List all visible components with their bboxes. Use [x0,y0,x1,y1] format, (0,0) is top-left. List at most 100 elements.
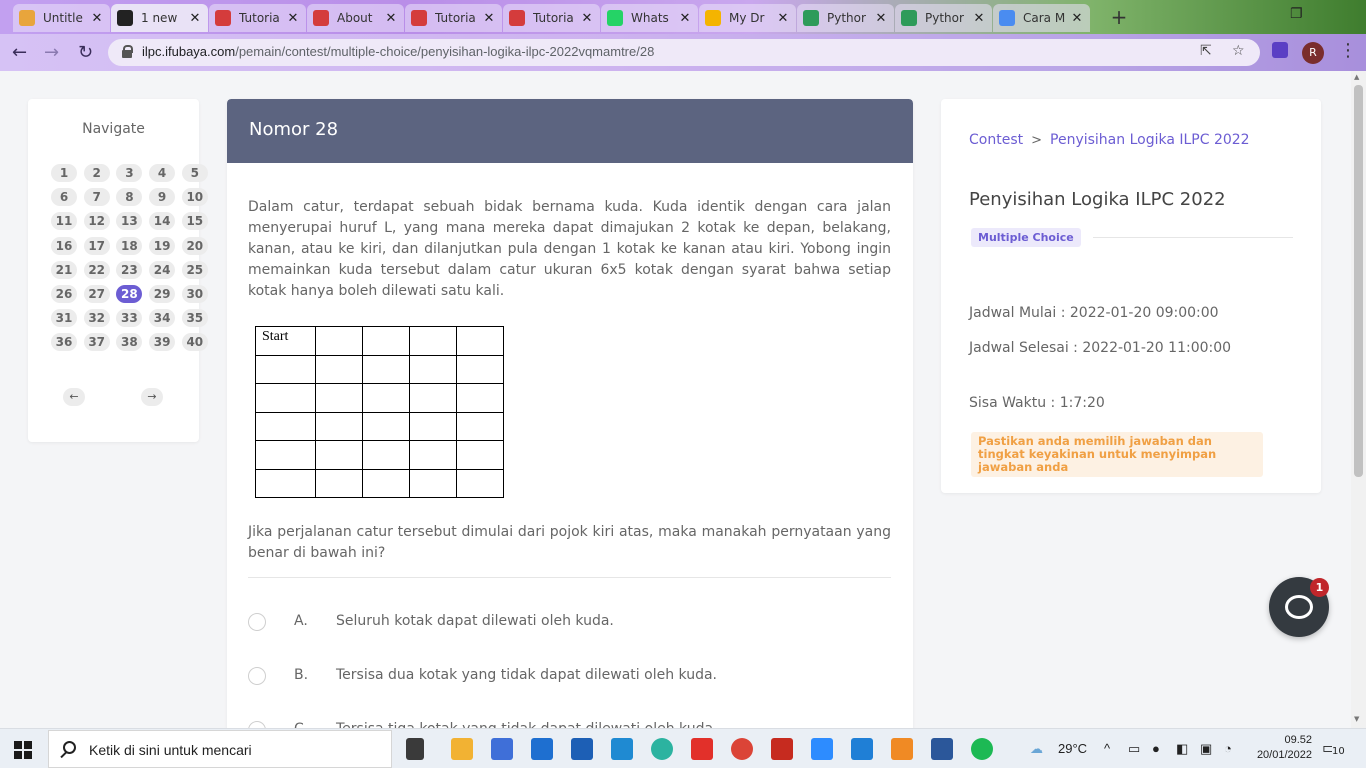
profile-avatar[interactable]: R [1302,42,1324,64]
breadcrumb-contest-link[interactable]: Contest [969,132,1023,148]
tab-close-icon[interactable]: ✕ [90,11,104,26]
reload-icon[interactable]: ↻ [78,42,93,63]
tab-close-icon[interactable]: ✕ [384,11,398,26]
browser-tab[interactable]: Untitle ✕ [13,4,110,32]
defender-icon[interactable]: ● [1152,741,1160,756]
question-number-button[interactable]: 17 [83,236,110,255]
question-number-button[interactable]: 12 [83,212,110,231]
tab-close-icon[interactable]: ✕ [678,11,692,26]
vscode-icon[interactable] [611,738,633,760]
xampp-icon[interactable] [891,738,913,760]
page-scrollbar[interactable]: ▲ ▼ [1351,71,1366,728]
extensions-puzzle-icon[interactable] [1272,42,1288,58]
task-view-icon[interactable] [406,738,424,760]
tab-close-icon[interactable]: ✕ [580,11,594,26]
browser-tab[interactable]: Whats ✕ [601,4,698,32]
browser-tab[interactable]: About ✕ [307,4,404,32]
browser-tab[interactable]: 1 new ✕ [111,4,208,32]
browser-tab[interactable]: Pythor ✕ [895,4,992,32]
url-text[interactable]: ilpc.ifubaya.com/pemain/contest/multiple… [142,44,654,59]
question-number-button[interactable]: 5 [181,164,208,182]
question-number-button[interactable]: 21 [51,260,77,279]
question-number-button[interactable]: 2 [83,164,110,182]
bookmark-star-icon[interactable]: ☆ [1232,43,1245,59]
app-icon[interactable] [851,738,873,760]
browser-tab[interactable]: Tutoria ✕ [209,4,306,32]
share-icon[interactable]: ⇱ [1200,43,1212,59]
browser-tab[interactable]: My Dr ✕ [699,4,796,32]
chrome-icon[interactable] [731,738,753,760]
question-number-button[interactable]: 4 [149,164,176,182]
question-number-button[interactable]: 15 [181,212,208,231]
scroll-up-icon[interactable]: ▲ [1354,73,1359,81]
question-number-button[interactable]: 14 [149,212,176,231]
new-tab-button[interactable]: + [1106,6,1132,28]
question-number-button[interactable]: 38 [116,333,143,352]
question-number-button[interactable]: 6 [51,188,77,207]
word-icon[interactable] [931,738,953,760]
question-number-button[interactable]: 16 [51,236,77,255]
question-number-button[interactable]: 39 [149,333,176,352]
scroll-thumb[interactable] [1354,85,1363,477]
answer-option[interactable]: A. Seluruh kotak dapat dilewati oleh kuda… [248,610,891,634]
battery-icon[interactable]: ▭ [1128,741,1140,757]
notification-center-icon[interactable]: ▭ 10 [1322,738,1346,760]
question-number-button[interactable]: 35 [181,309,208,328]
radio-button[interactable] [248,613,266,631]
question-number-button[interactable]: 30 [181,285,208,303]
tab-close-icon[interactable]: ✕ [482,11,496,26]
tab-close-icon[interactable]: ✕ [286,11,300,26]
question-number-button[interactable]: 3 [116,164,143,182]
forward-arrow-icon[interactable]: → [44,42,59,63]
question-number-button[interactable]: 25 [181,260,208,279]
browser-tab[interactable]: Cara M ✕ [993,4,1090,32]
tab-close-icon[interactable]: ✕ [1070,11,1084,26]
back-arrow-icon[interactable]: ← [12,42,27,63]
question-number-button[interactable]: 28 [116,285,143,303]
network-icon[interactable]: ◧ [1176,741,1188,757]
question-number-button[interactable]: 8 [116,188,143,207]
tab-close-icon[interactable]: ✕ [972,11,986,26]
tab-close-icon[interactable]: ✕ [188,11,202,26]
question-number-button[interactable]: 37 [83,333,110,352]
question-number-button[interactable]: 31 [51,309,77,328]
taskbar-clock[interactable]: 09.52 20/01/2022 [1248,733,1312,763]
tab-close-icon[interactable]: ✕ [874,11,888,26]
mail-icon[interactable] [531,738,553,760]
tab-close-icon[interactable]: ✕ [776,11,790,26]
question-number-button[interactable]: 13 [116,212,143,231]
wifi-icon[interactable]: ◔ [1224,741,1232,756]
question-number-button[interactable]: 1 [51,164,77,182]
question-number-button[interactable]: 11 [51,212,77,231]
question-number-button[interactable]: 23 [116,260,143,279]
question-number-button[interactable]: 34 [149,309,176,328]
browser-tab[interactable]: Tutoria ✕ [503,4,600,32]
restore-window-icon[interactable]: ❐ [1290,6,1303,22]
browser-tab[interactable]: Tutoria ✕ [405,4,502,32]
question-number-button[interactable]: 32 [83,309,110,328]
question-number-button[interactable]: 26 [51,285,77,303]
answer-option[interactable]: B. Tersisa dua kotak yang tidak dapat dil… [248,664,891,688]
question-number-button[interactable]: 19 [149,236,176,255]
browser-tab[interactable]: Pythor ✕ [797,4,894,32]
edge-icon[interactable] [651,738,673,760]
question-number-button[interactable]: 33 [116,309,143,328]
question-number-button[interactable]: 7 [83,188,110,207]
breadcrumb-current[interactable]: Penyisihan Logika ILPC 2022 [1050,132,1250,148]
windows-start-icon[interactable] [14,741,32,759]
next-question-button[interactable]: → [141,388,163,406]
tray-chevron-up-icon[interactable]: ^ [1104,741,1110,756]
file-explorer-icon[interactable] [451,738,473,760]
radio-button[interactable] [248,667,266,685]
question-number-button[interactable]: 24 [149,260,176,279]
taskbar-search-box[interactable]: Ketik di sini untuk mencari [48,730,392,768]
question-number-button[interactable]: 20 [181,236,208,255]
question-number-button[interactable]: 9 [149,188,176,207]
question-number-button[interactable]: 10 [181,188,208,207]
answer-option[interactable]: C. Tersisa tiga kotak yang tidak dapat di… [248,718,891,728]
address-bar[interactable]: ilpc.ifubaya.com/pemain/contest/multiple… [108,39,1260,66]
weather-temp[interactable]: 29°C [1058,741,1087,756]
question-number-button[interactable]: 29 [149,285,176,303]
store-icon[interactable] [571,738,593,760]
wps-office-icon[interactable] [691,738,713,760]
